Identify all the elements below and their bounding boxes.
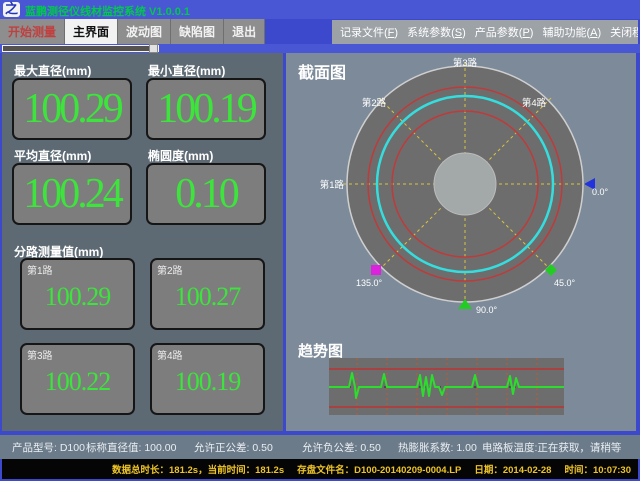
min-diameter-value: 100.19 [157, 88, 255, 130]
minus-tolerance-value: 0.50 [360, 442, 380, 454]
path1-value: 100.29 [22, 284, 133, 310]
path1-axis-label: 第1路 [320, 179, 345, 191]
menu-record-file[interactable]: 记录文件(F) [340, 24, 398, 40]
parameter-bar: 产品型号: D100 标称直径值: 100.00 允许正公差: 0.50 允许负… [0, 435, 640, 459]
min-diameter-label: 最小直径(mm) [148, 62, 225, 79]
nominal-diameter-label: 标称直径值: [86, 442, 141, 454]
nominal-diameter-value: 100.00 [144, 442, 176, 454]
thermal-coeff-value: 1.00 [456, 442, 476, 454]
plus-tolerance-label: 允许正公差: [194, 442, 249, 454]
angle-0-label: 0.0° [592, 187, 609, 197]
product-model-param: 产品型号: D100 [12, 440, 85, 455]
ovality-value: 0.10 [175, 173, 237, 215]
measurement-panel: 最大直径(mm) 最小直径(mm) 100.29 100.19 平均直径(mm)… [2, 53, 283, 431]
menu-close-program[interactable]: 关闭程序 [610, 24, 638, 40]
menu-bar: 记录文件(F) 系统参数(S) 产品参数(P) 辅助功能(A) 关闭程序 [332, 20, 638, 44]
path3-value: 100.22 [22, 369, 133, 395]
angle-45-label: 45.0° [554, 278, 576, 288]
path3-display: 第3路 100.22 [20, 343, 135, 415]
board-temp-param: 电路板温度:正在获取，请稍等 [482, 440, 621, 455]
angle-135-marker-icon [371, 265, 381, 275]
plus-tolerance-value: 0.50 [252, 442, 272, 454]
path4-axis-label: 第4路 [522, 97, 547, 109]
angle-135-label: 135.0° [356, 278, 383, 288]
board-temp-label: 电路板温度: [482, 442, 537, 454]
ovality-label: 椭圆度(mm) [148, 147, 213, 164]
menu-product-params[interactable]: 产品参数(P) [475, 24, 534, 40]
max-diameter-value: 100.29 [23, 88, 121, 130]
status-date: 日期：2014-02-28 [474, 462, 551, 476]
path4-label: 第4路 [157, 347, 183, 362]
exit-button[interactable]: 退出 [224, 19, 265, 44]
path1-label: 第1路 [27, 262, 53, 277]
avg-diameter-display: 100.24 [12, 163, 132, 225]
path3-axis-label: 第3路 [453, 57, 478, 69]
nominal-diameter-param: 标称直径值: 100.00 [86, 440, 176, 455]
main-area: 最大直径(mm) 最小直径(mm) 100.29 100.19 平均直径(mm)… [0, 53, 640, 435]
max-diameter-label: 最大直径(mm) [14, 62, 91, 79]
wave-view-button[interactable]: 波动图 [118, 19, 171, 44]
path4-display: 第4路 100.19 [150, 343, 265, 415]
thermal-coeff-label: 热膨胀系数: [398, 442, 453, 454]
avg-diameter-value: 100.24 [23, 173, 121, 215]
path2-value: 100.27 [152, 284, 263, 310]
plus-tolerance-param: 允许正公差: 0.50 [194, 440, 273, 455]
product-model-value: D100 [60, 442, 85, 454]
graphics-panel: 截面图 趋势图 [286, 53, 636, 431]
thermal-coeff-param: 热膨胀系数: 1.00 [398, 440, 477, 455]
menu-aux-functions[interactable]: 辅助功能(A) [542, 24, 601, 40]
window-title: 蓝鹏测径仪线材监控系统 V1.0.0.1 [25, 3, 190, 19]
section-and-trend-graphics: 第3路 第2路 第4路 第1路 0.0° 45.0° 90.0° 135.0° [286, 53, 636, 431]
defect-view-button[interactable]: 缺陷图 [171, 19, 224, 44]
status-filename: 存盘文件名：D100-20140209-0004.LP [297, 462, 461, 476]
center-hub-circle [434, 153, 496, 215]
path2-display: 第2路 100.27 [150, 258, 265, 330]
progress-thumb[interactable] [149, 44, 158, 53]
status-time: 时间：10:07:30 [564, 462, 631, 476]
path3-label: 第3路 [27, 347, 53, 362]
app-window: 之 蓝鹏测径仪线材监控系统 V1.0.0.1 开始测量 主界面 波动图 缺陷图 … [0, 0, 640, 481]
avg-diameter-label: 平均直径(mm) [14, 147, 91, 164]
trend-chart [329, 358, 564, 415]
angle-90-label: 90.0° [476, 305, 498, 315]
ovality-display: 0.10 [146, 163, 266, 225]
board-temp-value: 正在获取，请稍等 [537, 442, 621, 454]
start-measure-button[interactable]: 开始测量 [0, 19, 65, 44]
minus-tolerance-param: 允许负公差: 0.50 [302, 440, 381, 455]
path2-label: 第2路 [157, 262, 183, 277]
toolbar-buttons: 开始测量 主界面 波动图 缺陷图 退出 [0, 19, 248, 44]
path1-display: 第1路 100.29 [20, 258, 135, 330]
product-model-label: 产品型号: [12, 442, 57, 454]
max-diameter-display: 100.29 [12, 78, 132, 140]
title-bar: 之 蓝鹏测径仪线材监控系统 V1.0.0.1 [0, 0, 640, 19]
toolbar: 开始测量 主界面 波动图 缺陷图 退出 记录文件(F) 系统参数(S) 产品参数… [0, 19, 640, 44]
status-duration: 数据总时长：181.2s，当前时间：181.2s [112, 462, 284, 476]
menu-system-params[interactable]: 系统参数(S) [407, 24, 466, 40]
path4-value: 100.19 [152, 369, 263, 395]
path2-axis-label: 第2路 [362, 97, 387, 109]
minus-tolerance-label: 允许负公差: [302, 442, 357, 454]
min-diameter-display: 100.19 [146, 78, 266, 140]
slider-row [0, 44, 640, 53]
cross-section-diagram: 第3路 第2路 第4路 第1路 0.0° 45.0° 90.0° 135.0° [320, 57, 609, 315]
app-logo-icon: 之 [3, 2, 20, 17]
status-bar: 数据总时长：181.2s，当前时间：181.2s 存盘文件名：D100-2014… [2, 459, 638, 479]
main-view-button[interactable]: 主界面 [65, 19, 118, 44]
progress-track[interactable] [2, 45, 159, 52]
